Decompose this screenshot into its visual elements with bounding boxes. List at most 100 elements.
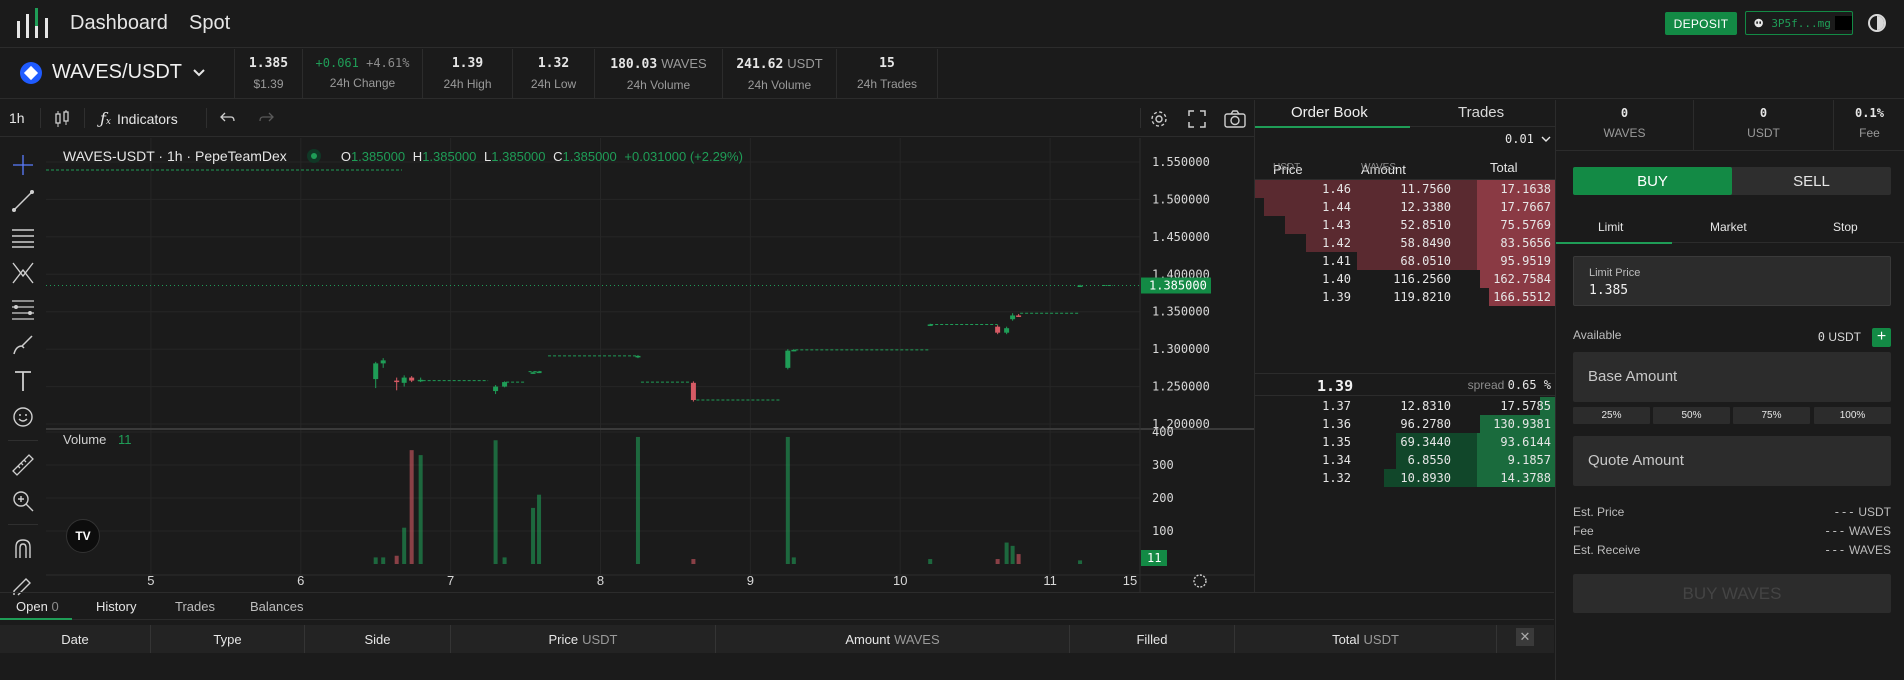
col-side[interactable]: Side bbox=[305, 625, 451, 653]
pitchfork-icon[interactable] bbox=[10, 260, 36, 286]
tab-history[interactable]: History bbox=[96, 599, 136, 614]
timeframe-button[interactable]: 1h bbox=[9, 110, 25, 126]
ask-row[interactable]: 1.41 68.0510 95.9519 bbox=[1255, 252, 1555, 271]
fee-unit: WAVES bbox=[1848, 524, 1891, 538]
base-amount-input[interactable]: Base Amount bbox=[1573, 352, 1891, 402]
bid-row[interactable]: 1.34 6.8550 9.1857 bbox=[1255, 451, 1555, 470]
tab-trades[interactable]: Trades bbox=[1458, 104, 1504, 121]
stat-24h-trades: 15 24h Trades bbox=[836, 49, 938, 99]
settings-gear-icon[interactable] bbox=[1149, 109, 1169, 129]
pair-name: WAVES/USDT bbox=[52, 61, 183, 83]
tab-open-orders[interactable]: Open 0 bbox=[16, 599, 59, 614]
volume-bar bbox=[691, 559, 696, 564]
ask-row[interactable]: 1.42 58.8490 83.5656 bbox=[1255, 234, 1555, 253]
percent-50-button[interactable]: 50% bbox=[1653, 407, 1730, 424]
col-type[interactable]: Type bbox=[151, 625, 305, 653]
ask-row[interactable]: 1.40 116.2560 162.7584 bbox=[1255, 270, 1555, 289]
tab-market[interactable]: Market bbox=[1710, 220, 1747, 234]
chart-symbol-title[interactable]: WAVES-USDT · 1h · PepeTeamDex bbox=[63, 148, 287, 164]
bid-row[interactable]: 1.32 10.8930 14.3788 bbox=[1255, 469, 1555, 488]
percent-25-button[interactable]: 25% bbox=[1573, 407, 1650, 424]
low-label: 24h Low bbox=[530, 77, 577, 91]
col-price-unit: USDT bbox=[1273, 162, 1301, 173]
fib-retracement-icon[interactable] bbox=[10, 296, 36, 322]
ask-row[interactable]: 1.44 12.3380 17.7667 bbox=[1255, 198, 1555, 217]
tab-limit[interactable]: Limit bbox=[1598, 220, 1623, 234]
ruler-icon[interactable] bbox=[10, 452, 36, 478]
percent-75-button[interactable]: 75% bbox=[1733, 407, 1810, 424]
horizontal-lines-icon[interactable] bbox=[10, 224, 36, 250]
drawing-toolbar bbox=[0, 138, 46, 596]
redo-icon[interactable] bbox=[258, 111, 274, 125]
candle-body bbox=[409, 377, 415, 381]
app-logo[interactable] bbox=[16, 8, 52, 40]
bid-row[interactable]: 1.37 12.8310 17.5785 bbox=[1255, 397, 1555, 416]
zoom-in-icon[interactable] bbox=[10, 488, 36, 514]
nav-dashboard[interactable]: Dashboard bbox=[70, 12, 168, 35]
time-axis-tick: 8 bbox=[597, 573, 604, 588]
undo-icon[interactable] bbox=[220, 111, 236, 125]
emoji-icon[interactable] bbox=[10, 404, 36, 430]
pair-selector[interactable]: WAVES/USDT bbox=[20, 61, 206, 84]
volume-base-label: 24h Volume bbox=[626, 78, 691, 92]
col-filled[interactable]: Filled bbox=[1070, 625, 1235, 653]
volume-legend: Volume 11 bbox=[63, 432, 132, 447]
indicators-button[interactable]: ƒx Indicators bbox=[100, 109, 178, 128]
tradingview-logo-icon[interactable]: TV bbox=[66, 519, 100, 553]
balance-waves: 0 WAVES bbox=[1556, 100, 1694, 150]
volume-bar bbox=[409, 450, 414, 564]
ask-total: 95.9519 bbox=[1500, 254, 1551, 268]
add-funds-plus-icon[interactable]: + bbox=[1872, 328, 1891, 347]
wallet-button[interactable]: 3P5f...mg bbox=[1745, 11, 1853, 35]
candle-type-icon[interactable] bbox=[54, 110, 70, 128]
tab-stop[interactable]: Stop bbox=[1833, 220, 1858, 234]
spread-label: spread bbox=[1467, 378, 1505, 392]
price-step-select[interactable]: 0.01 bbox=[1505, 132, 1551, 146]
sell-tab-button[interactable]: SELL bbox=[1732, 167, 1891, 195]
price-axis-tick: 1.250000 bbox=[1152, 380, 1210, 394]
bid-row[interactable]: 1.35 69.3440 93.6144 bbox=[1255, 433, 1555, 452]
col-date[interactable]: Date bbox=[0, 625, 151, 653]
close-icon[interactable]: ✕ bbox=[1516, 628, 1534, 646]
time-axis-tick: 9 bbox=[747, 573, 754, 588]
wallet-address-mask bbox=[1834, 16, 1852, 30]
ask-row[interactable]: 1.39 119.8210 166.5512 bbox=[1255, 288, 1555, 307]
volume-axis-tick: 200 bbox=[1152, 491, 1174, 505]
bid-row[interactable]: 1.36 96.2780 130.9381 bbox=[1255, 415, 1555, 434]
col-total[interactable]: Total USDT bbox=[1235, 625, 1497, 653]
limit-price-field[interactable]: Limit Price 1.385 bbox=[1573, 256, 1891, 306]
brush-icon[interactable] bbox=[10, 332, 36, 358]
camera-icon[interactable] bbox=[1224, 110, 1246, 128]
wallet-avatar-icon bbox=[1754, 18, 1763, 28]
crosshair-icon[interactable] bbox=[10, 152, 36, 178]
buy-tab-button[interactable]: BUY bbox=[1573, 167, 1732, 195]
theme-toggle-icon[interactable] bbox=[1868, 14, 1886, 32]
tab-balances[interactable]: Balances bbox=[250, 599, 303, 614]
tab-trades-history[interactable]: Trades bbox=[175, 599, 215, 614]
text-tool-icon[interactable] bbox=[10, 368, 36, 394]
nav-spot[interactable]: Spot bbox=[189, 12, 230, 35]
col-price[interactable]: Price USDT bbox=[451, 625, 716, 653]
col-amount[interactable]: Amount WAVES bbox=[716, 625, 1070, 653]
fullscreen-icon[interactable] bbox=[1188, 110, 1206, 128]
volume-bar bbox=[635, 436, 640, 564]
col-price-header-unit: USDT bbox=[582, 631, 618, 647]
percent-100-button[interactable]: 100% bbox=[1814, 407, 1891, 424]
price-chart[interactable]: 1.5500001.5000001.4500001.4000001.350000… bbox=[46, 138, 1254, 592]
market-status-dot-icon bbox=[306, 149, 321, 163]
col-total-label: Total bbox=[1490, 160, 1518, 175]
quote-amount-input[interactable]: Quote Amount bbox=[1573, 436, 1891, 486]
volume-bar bbox=[995, 559, 1000, 564]
ask-row[interactable]: 1.43 52.8510 75.5769 bbox=[1255, 216, 1555, 235]
ask-price: 1.46 bbox=[1322, 182, 1351, 196]
ask-amount: 58.8490 bbox=[1400, 236, 1451, 250]
trend-line-icon[interactable] bbox=[10, 188, 36, 214]
buy-waves-submit-button[interactable]: BUY WAVES bbox=[1573, 574, 1891, 613]
ask-price: 1.39 bbox=[1322, 290, 1351, 304]
deposit-button[interactable]: DEPOSIT bbox=[1665, 12, 1737, 35]
volume-bar bbox=[502, 557, 507, 564]
candle-body bbox=[1016, 315, 1022, 317]
tab-order-book[interactable]: Order Book bbox=[1291, 104, 1368, 121]
magnet-icon[interactable] bbox=[10, 536, 36, 562]
ask-row[interactable]: 1.46 11.7560 17.1638 bbox=[1255, 180, 1555, 199]
